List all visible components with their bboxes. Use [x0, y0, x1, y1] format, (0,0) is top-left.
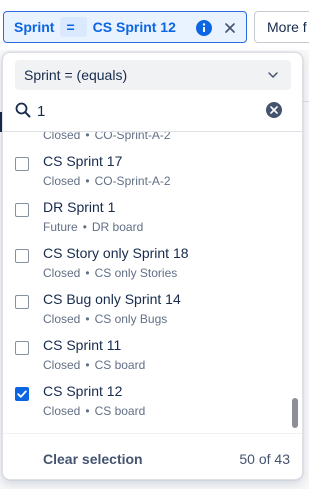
search-icon	[15, 102, 31, 118]
search-row	[3, 93, 302, 132]
item-subtitle: Closed • CS only Stories	[43, 266, 177, 280]
item-board: CO-Sprint-A-2	[94, 174, 171, 188]
operator-select[interactable]: Sprint = (equals)	[15, 60, 291, 90]
item-title: CS Story only Sprint 18	[43, 245, 189, 261]
checkmark-icon	[17, 390, 27, 398]
item-title: CS Sprint 11	[43, 337, 122, 353]
item-status: Closed	[43, 312, 81, 326]
item-board: DR board	[91, 220, 144, 234]
item-title: CS Sprint 12	[43, 383, 123, 399]
item-subtitle: Closed • CO-Sprint-A-2	[43, 132, 171, 142]
item-title: DR Sprint 1	[43, 199, 116, 215]
item-subtitle: Closed • CO-Sprint-A-2	[43, 174, 171, 188]
item-status: Closed	[43, 132, 81, 142]
filter-bar: Sprint = CS Sprint 12 More f	[0, 0, 309, 50]
info-icon[interactable]	[196, 20, 212, 36]
item-checkbox[interactable]	[15, 203, 29, 217]
dropdown-footer: Clear selection 50 of 43	[3, 433, 302, 479]
item-subtitle: Closed • CS board	[43, 404, 145, 418]
item-title: CS Bug only Sprint 14	[43, 291, 181, 307]
item-title: CS Sprint 17	[43, 153, 123, 169]
item-board: CS board	[94, 404, 146, 418]
chip-operator-label: =	[60, 17, 87, 37]
item-separator: •	[82, 220, 87, 234]
item-subtitle: Future • DR board	[43, 220, 143, 234]
chevron-down-icon	[268, 72, 278, 78]
list-item[interactable]: CS Story only Sprint 18 Closed • CS only S…	[3, 242, 288, 288]
sprint-filter-chip[interactable]: Sprint = CS Sprint 12	[3, 11, 247, 43]
item-board: CS only Stories	[94, 266, 178, 280]
item-separator: •	[85, 174, 90, 188]
item-status: Future	[43, 220, 78, 234]
item-checkbox[interactable]	[15, 157, 29, 171]
item-board: CS board	[94, 358, 146, 372]
list-item[interactable]: CS Sprint 11 Closed • CS board	[3, 334, 288, 380]
chip-value-label: CS Sprint 12	[92, 19, 176, 35]
sprint-filter-stage: Sprint = CS Sprint 12 More f Sprint = (e…	[0, 0, 309, 489]
sprint-dropdown: Sprint = (equals) Closed • CO-Sprint-A-2	[2, 52, 303, 480]
more-filters-button[interactable]: More f	[254, 11, 309, 43]
item-board: CS only Bugs	[94, 312, 168, 326]
list-item-selected[interactable]: CS Sprint 12 Closed • CS board	[3, 380, 288, 426]
scrollbar-thumb[interactable]	[292, 398, 298, 428]
chip-field-label: Sprint	[14, 19, 55, 35]
item-separator: •	[85, 358, 90, 372]
item-checkbox[interactable]	[15, 341, 29, 355]
list-item[interactable]: CS Bug only Sprint 14 Closed • CS only Bug…	[3, 288, 288, 334]
item-checkbox-checked[interactable]	[15, 387, 29, 401]
clear-selection-button[interactable]: Clear selection	[43, 451, 143, 467]
operator-select-value: Sprint = (equals)	[24, 67, 128, 83]
item-subtitle: Closed • CS only Bugs	[43, 312, 167, 326]
scrollbar-track[interactable]	[289, 132, 302, 433]
list-item[interactable]: CS Sprint 17 Closed • CO-Sprint-A-2	[3, 150, 288, 196]
item-separator: •	[85, 312, 90, 326]
search-input[interactable]	[37, 98, 257, 124]
item-separator: •	[85, 132, 90, 142]
item-subtitle: Closed • CS board	[43, 358, 145, 372]
item-status: Closed	[43, 358, 81, 372]
item-checkbox[interactable]	[15, 249, 29, 263]
item-status: Closed	[43, 404, 81, 418]
result-count: 50 of 43	[239, 451, 290, 467]
item-status: Closed	[43, 174, 81, 188]
sprint-list[interactable]: Closed • CO-Sprint-A-2 CS Sprint 17 Closed…	[3, 132, 302, 433]
item-separator: •	[85, 266, 90, 280]
close-icon[interactable]	[221, 19, 239, 37]
item-board: CO-Sprint-A-2	[94, 132, 171, 142]
item-status: Closed	[43, 266, 81, 280]
item-separator: •	[85, 404, 90, 418]
clear-search-icon[interactable]	[265, 101, 283, 119]
list-item[interactable]: DR Sprint 1 Future • DR board	[3, 196, 288, 242]
item-checkbox[interactable]	[15, 295, 29, 309]
list-item[interactable]: Closed • CO-Sprint-A-2	[3, 132, 288, 150]
